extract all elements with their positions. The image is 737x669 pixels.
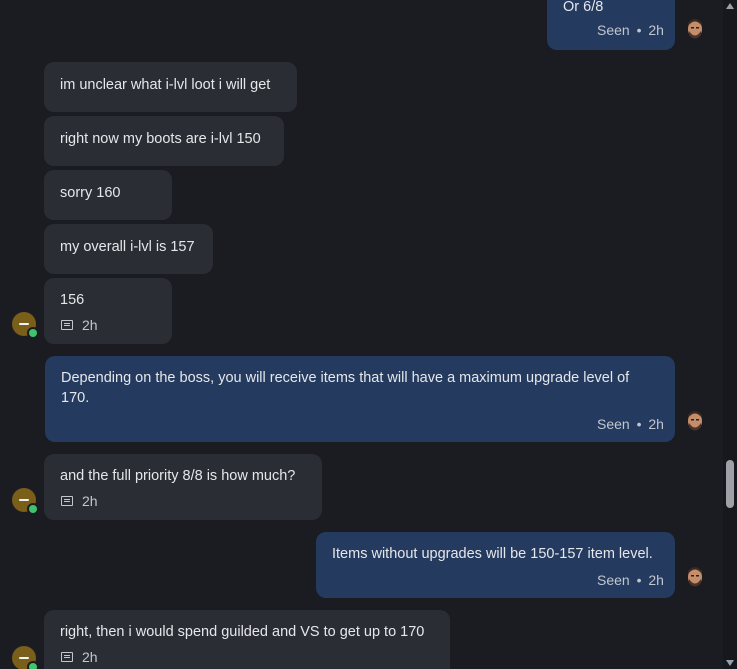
chat-transcript: Or 6/8 Seen • 2h im unclear what i-lvl l… <box>0 0 723 669</box>
message-text: Items without upgrades will be 150-157 i… <box>332 546 653 562</box>
message-meta: 2h <box>61 491 98 511</box>
seen-label: Seen <box>597 572 630 588</box>
scrollbar[interactable] <box>723 0 737 669</box>
online-status-icon <box>27 503 39 515</box>
agent-avatar <box>685 410 705 432</box>
avatar-initial <box>19 657 29 659</box>
message-meta: 2h <box>61 647 98 667</box>
scroll-down-arrow-icon[interactable] <box>726 660 734 666</box>
seen-label: Seen <box>597 416 630 432</box>
user-avatar <box>12 312 39 339</box>
user-avatar <box>12 646 39 669</box>
message-status: Seen • 2h <box>597 414 664 434</box>
message-status: Seen • 2h <box>597 20 664 40</box>
incoming-message: im unclear what i-lvl loot i will get <box>44 62 297 112</box>
scrollbar-thumb[interactable] <box>726 460 734 508</box>
agent-avatar <box>685 18 705 40</box>
separator-dot: • <box>636 416 642 432</box>
outgoing-message: Items without upgrades will be 150-157 i… <box>316 532 675 598</box>
message-text: right, then i would spend guilded and VS… <box>60 624 425 640</box>
timestamp: 2h <box>82 649 98 665</box>
message-text-line-2: 170. <box>61 390 90 406</box>
avatar-initial <box>19 499 29 501</box>
message-text: 156 <box>60 292 85 308</box>
scroll-up-arrow-icon[interactable] <box>726 3 734 9</box>
message-status: Seen • 2h <box>597 570 664 590</box>
message-text: sorry 160 <box>60 185 121 201</box>
user-avatar <box>12 488 39 515</box>
message-text: Or 6/8 <box>563 0 604 15</box>
ticket-icon <box>61 652 73 663</box>
agent-avatar <box>685 566 705 588</box>
incoming-message: right now my boots are i-lvl 150 <box>44 116 284 166</box>
message-text: and the full priority 8/8 is how much? <box>60 468 296 484</box>
timestamp: 2h <box>82 317 98 333</box>
seen-label: Seen <box>597 22 630 38</box>
incoming-message: and the full priority 8/8 is how much? 2… <box>44 454 322 520</box>
message-text: right now my boots are i-lvl 150 <box>60 131 261 147</box>
ticket-icon <box>61 496 73 507</box>
message-text-line-1: Depending on the boss, you will receive … <box>61 370 630 386</box>
ticket-icon <box>61 320 73 331</box>
separator-dot: • <box>636 22 642 38</box>
outgoing-message: Or 6/8 Seen • 2h <box>547 0 675 50</box>
outgoing-message: Depending on the boss, you will receive … <box>45 356 675 442</box>
incoming-message: right, then i would spend guilded and VS… <box>44 610 450 669</box>
separator-dot: • <box>636 572 642 588</box>
avatar-initial <box>19 323 29 325</box>
timestamp: 2h <box>648 22 664 38</box>
timestamp: 2h <box>648 572 664 588</box>
timestamp: 2h <box>648 416 664 432</box>
online-status-icon <box>27 661 39 669</box>
incoming-message: 156 2h <box>44 278 172 344</box>
timestamp: 2h <box>82 493 98 509</box>
online-status-icon <box>27 327 39 339</box>
message-meta: 2h <box>61 315 98 335</box>
incoming-message: my overall i-lvl is 157 <box>44 224 213 274</box>
message-text: my overall i-lvl is 157 <box>60 239 195 255</box>
incoming-message: sorry 160 <box>44 170 172 220</box>
message-text: im unclear what i-lvl loot i will get <box>60 77 271 93</box>
